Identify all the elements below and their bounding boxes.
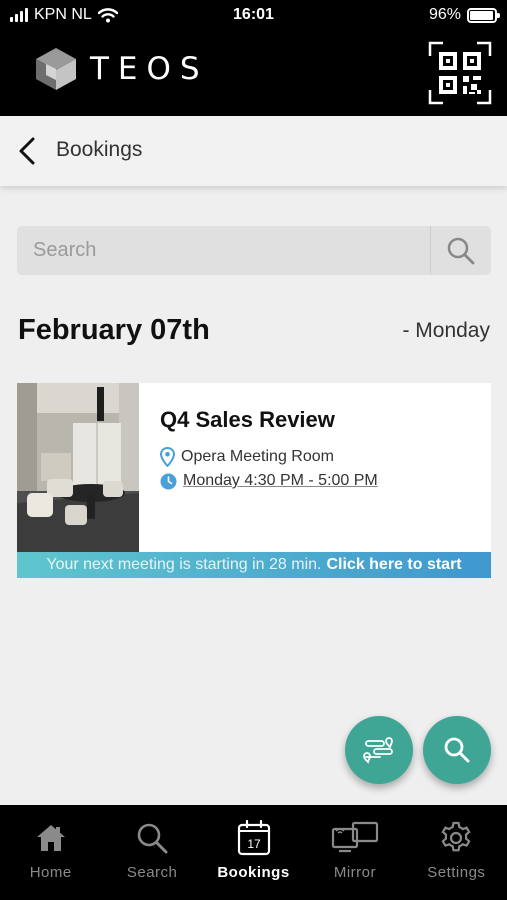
- nav-label-settings: Settings: [427, 864, 486, 881]
- search-icon: [137, 823, 168, 854]
- search-bar: [17, 226, 491, 275]
- status-bar: KPN NL 16:01 96%: [0, 0, 507, 30]
- chevron-left-icon: [19, 137, 35, 165]
- battery-icon: [467, 7, 500, 23]
- bottom-nav: Home Search 17 Bookings Mirror Settings: [0, 805, 507, 900]
- room-photo-illustration: [17, 383, 139, 552]
- banner-message: Your next meeting is starting in 28 min.: [46, 556, 322, 573]
- battery-fill: [470, 10, 494, 20]
- qr-scan-button[interactable]: [427, 40, 493, 106]
- mirror-screens-icon: [331, 821, 379, 853]
- start-meeting-link[interactable]: Click here to start: [326, 556, 461, 574]
- search-button[interactable]: [431, 226, 491, 275]
- nav-item-mirror[interactable]: Mirror: [304, 805, 405, 900]
- battery-percent: 96%: [428, 6, 461, 23]
- meeting-location: Opera Meeting Room: [160, 447, 334, 467]
- room-photo: [17, 383, 139, 552]
- route-fab-button[interactable]: [345, 716, 413, 784]
- nav-item-search[interactable]: Search: [101, 805, 202, 900]
- app-header: TEOS: [0, 30, 507, 116]
- time-label: Monday 4:30 PM - 5:00 PM: [183, 472, 378, 489]
- clock-icon: [160, 473, 177, 489]
- map-pin-icon: [160, 447, 175, 467]
- booking-card[interactable]: Q4 Sales Review Opera Meeting Room Monda…: [17, 383, 491, 578]
- page-header: Bookings: [0, 116, 507, 186]
- meeting-time: Monday 4:30 PM - 5:00 PM: [160, 472, 378, 490]
- nav-label-home: Home: [29, 864, 72, 881]
- search-icon: [444, 737, 470, 763]
- search-icon: [447, 237, 475, 264]
- gear-icon: [441, 821, 471, 852]
- nav-item-bookings[interactable]: 17 Bookings: [203, 805, 304, 900]
- status-right: 96%: [428, 6, 500, 24]
- search-input[interactable]: [17, 226, 430, 275]
- route-icon: [363, 737, 393, 764]
- home-icon: [36, 825, 65, 851]
- teos-cube-icon: [36, 48, 76, 90]
- start-meeting-banner[interactable]: Your next meeting is starting in 28 min.…: [17, 552, 491, 578]
- teos-logo: TEOS: [34, 46, 209, 92]
- weekday-label: - Monday: [402, 319, 490, 342]
- qr-code-icon: [428, 41, 492, 105]
- page-title: Bookings: [56, 138, 143, 161]
- nav-label-search: Search: [126, 864, 178, 881]
- meeting-title: Q4 Sales Review: [160, 407, 335, 432]
- location-label: Opera Meeting Room: [181, 448, 334, 465]
- nav-label-bookings: Bookings: [217, 864, 290, 881]
- back-button[interactable]: [10, 134, 44, 168]
- brand-name: TEOS: [90, 51, 209, 87]
- nav-item-settings[interactable]: Settings: [406, 805, 507, 900]
- nav-label-mirror: Mirror: [333, 864, 376, 881]
- nav-item-home[interactable]: Home: [0, 805, 101, 900]
- calendar-icon: 17: [237, 820, 270, 856]
- search-fab-button[interactable]: [423, 716, 491, 784]
- calendar-day: 17: [247, 837, 261, 851]
- date-heading: February 07th: [18, 314, 210, 346]
